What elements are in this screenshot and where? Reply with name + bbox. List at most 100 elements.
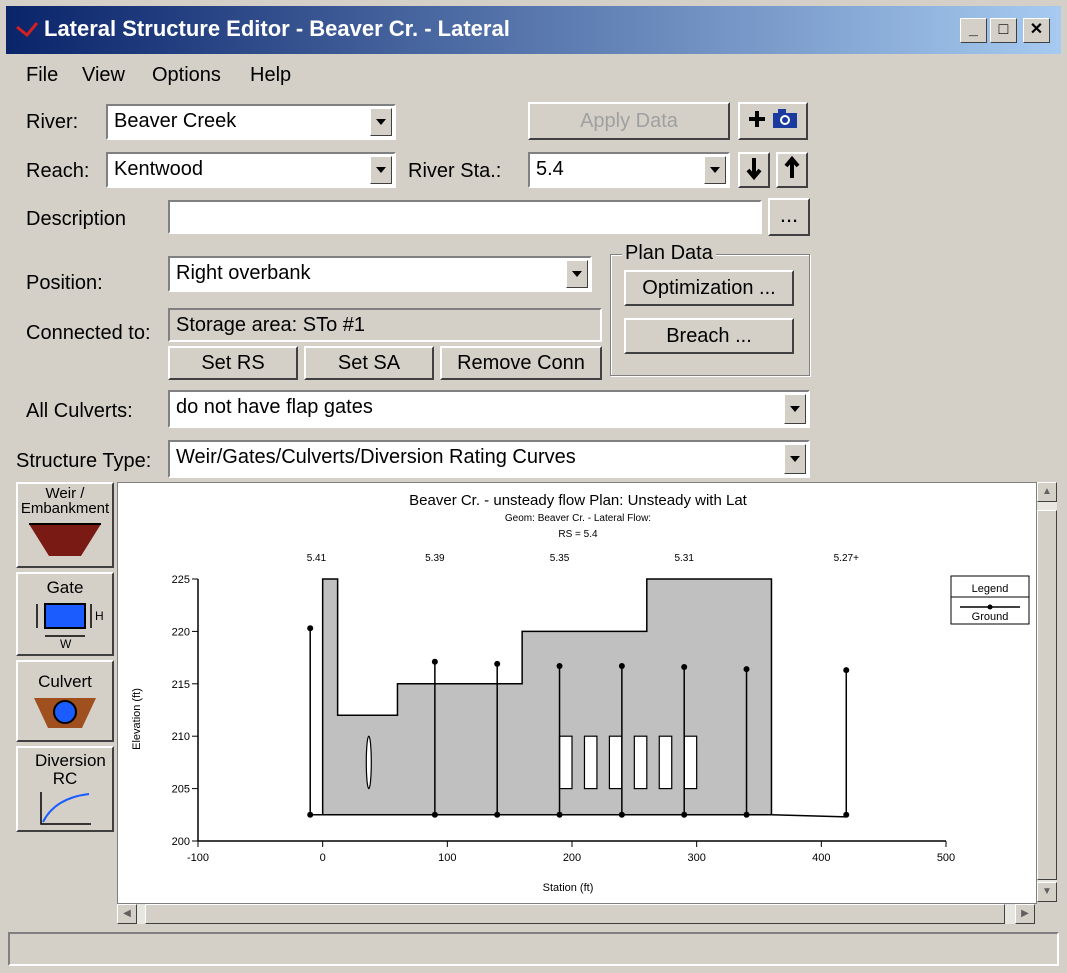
chevron-down-icon[interactable] [370, 108, 392, 136]
ground-point [843, 667, 850, 674]
scroll-right-icon[interactable]: ▶ [1015, 904, 1035, 924]
arrow-down-icon [746, 158, 762, 181]
chevron-down-icon[interactable] [704, 156, 726, 184]
chevron-down-icon[interactable] [566, 260, 588, 288]
menu-view[interactable]: View [82, 64, 125, 87]
culvert-icon [34, 698, 96, 728]
ground-point [494, 811, 501, 818]
y-tick-label: 200 [172, 836, 190, 848]
minimize-button[interactable]: _ [960, 18, 987, 43]
culvert-opening [558, 735, 573, 790]
status-bar [8, 932, 1059, 966]
gate-label: Gate [46, 578, 84, 597]
river-station-label: 5.35 [550, 553, 570, 564]
ground-point [681, 664, 688, 671]
all-culverts-label: All Culverts: [26, 400, 133, 422]
ground-point [843, 811, 850, 818]
reach-select[interactable]: Kentwood [106, 152, 396, 188]
ground-point [618, 662, 625, 669]
position-value: Right overbank [176, 262, 311, 284]
scroll-thumb[interactable] [1037, 510, 1057, 880]
culvert-label: Culvert [38, 672, 92, 691]
y-axis-label: Elevation (ft) [131, 688, 143, 750]
weir-profile-area [321, 578, 773, 816]
chart-title: Beaver Cr. - unsteady flow Plan: Unstead… [409, 492, 748, 509]
ground-point [556, 811, 563, 818]
structure-type-label: Structure Type: [16, 450, 152, 472]
connected-to-field: Storage area: STo #1 [168, 308, 602, 342]
profile-chart: Beaver Cr. - unsteady flow Plan: Unstead… [131, 492, 1030, 894]
chart-rs-label: RS = 5.4 [558, 529, 598, 540]
diversion-rc-button[interactable]: Diversion RC [16, 746, 114, 832]
scroll-down-icon[interactable]: ▼ [1037, 882, 1057, 902]
menu-options[interactable]: Options [152, 64, 221, 87]
prev-station-button[interactable] [776, 152, 808, 188]
river-sta-value: 5.4 [536, 158, 564, 180]
culvert-opening [583, 735, 598, 790]
y-tick-label: 205 [172, 784, 190, 796]
gate-h-label: H [95, 609, 104, 623]
remove-conn-button[interactable]: Remove Conn [440, 346, 602, 380]
x-tick-label: 200 [563, 852, 581, 864]
river-select[interactable]: Beaver Creek [106, 104, 396, 140]
reach-value: Kentwood [114, 158, 203, 180]
horizontal-scrollbar[interactable]: ◀ ▶ [117, 904, 1035, 924]
description-more-button[interactable]: ... [768, 198, 810, 236]
close-button[interactable]: ✕ [1023, 18, 1050, 43]
position-label: Position: [26, 272, 103, 294]
app-icon [16, 22, 38, 38]
culvert-circle [365, 735, 372, 790]
rating-curve-icon [40, 792, 91, 825]
add-camera-button[interactable] [738, 102, 808, 140]
river-sta-label: River Sta.: [408, 160, 502, 182]
ground-point [431, 658, 438, 665]
x-tick-label: 500 [937, 852, 955, 864]
legend: Legend Ground [950, 575, 1030, 625]
ground-point [431, 811, 438, 818]
chevron-down-icon[interactable] [784, 394, 806, 424]
chevron-down-icon[interactable] [784, 444, 806, 474]
river-sta-select[interactable]: 5.4 [528, 152, 730, 188]
position-select[interactable]: Right overbank [168, 256, 592, 292]
ground-point [556, 662, 563, 669]
weir-embankment-button[interactable]: Weir / Embankment [16, 482, 114, 568]
vertical-scrollbar[interactable]: ▲ ▼ [1037, 482, 1057, 902]
chevron-down-icon[interactable] [370, 156, 392, 184]
y-tick-label: 225 [172, 574, 190, 586]
ground-point [618, 811, 625, 818]
maximize-button[interactable]: □ [990, 18, 1017, 43]
ground-point [494, 660, 501, 667]
y-tick-label: 215 [172, 679, 190, 691]
ground-point [681, 811, 688, 818]
culvert-opening [658, 735, 673, 790]
culvert-opening [683, 735, 698, 790]
river-station-label: 5.39 [425, 553, 445, 564]
profile-plot: Beaver Cr. - unsteady flow Plan: Unstead… [117, 482, 1037, 904]
optimization-button[interactable]: Optimization ... [624, 270, 794, 306]
weir-embankment-label: Weir / Embankment [20, 485, 110, 517]
ground-point [307, 625, 314, 632]
connected-label: Connected to: [26, 322, 151, 344]
river-station-label: 5.27+ [834, 553, 859, 564]
next-station-button[interactable] [738, 152, 770, 188]
set-rs-button[interactable]: Set RS [168, 346, 298, 380]
ground-line [310, 814, 847, 818]
river-label: River: [26, 111, 79, 133]
weir-icon [29, 523, 101, 556]
set-sa-button[interactable]: Set SA [304, 346, 434, 380]
river-station-label: 5.31 [674, 553, 694, 564]
structure-type-select[interactable]: Weir/Gates/Culverts/Diversion Rating Cur… [168, 440, 810, 478]
menu-file[interactable]: File [26, 64, 58, 87]
river-station-label: 5.41 [307, 553, 327, 564]
gate-button[interactable]: Gate H W [16, 572, 114, 656]
scroll-up-icon[interactable]: ▲ [1037, 482, 1057, 502]
scroll-thumb[interactable] [145, 904, 1005, 924]
plus-camera-icon [749, 109, 797, 128]
apply-data-button[interactable]: Apply Data [528, 102, 730, 140]
description-input[interactable] [168, 200, 762, 234]
flap-gates-select[interactable]: do not have flap gates [168, 390, 810, 428]
menu-help[interactable]: Help [250, 64, 291, 87]
breach-button[interactable]: Breach ... [624, 318, 794, 354]
culvert-button[interactable]: Culvert [16, 660, 114, 742]
scroll-left-icon[interactable]: ◀ [117, 904, 137, 924]
